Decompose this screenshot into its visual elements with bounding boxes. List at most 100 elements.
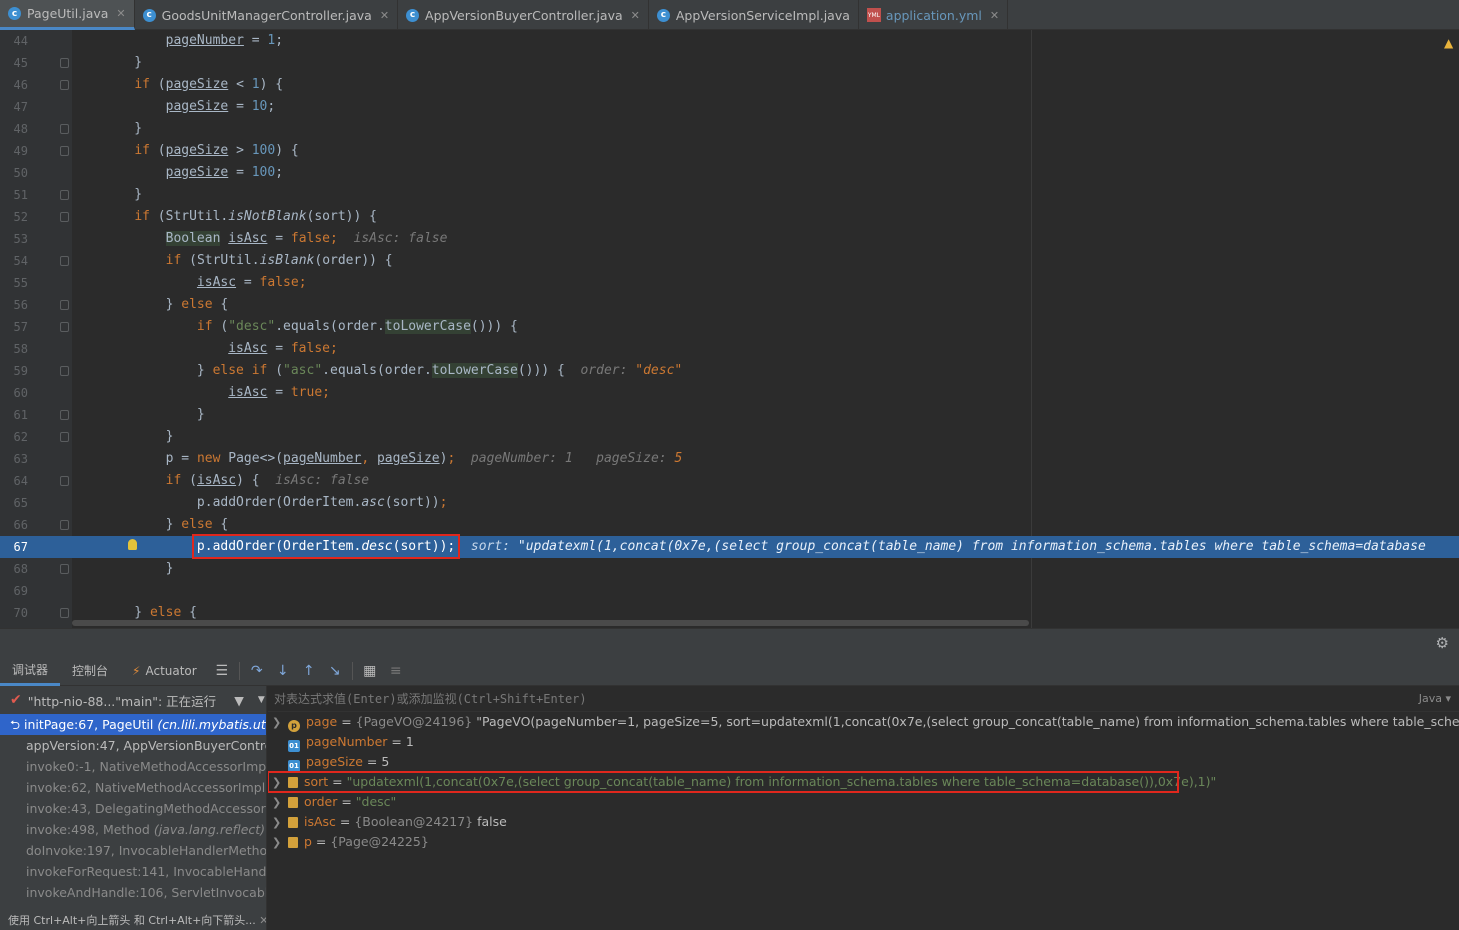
stack-frame[interactable]: ⮌ initPage:67, PageUtil (cn.lili.mybatis.… — [0, 714, 266, 735]
close-icon[interactable]: ✕ — [631, 9, 640, 22]
tab-goodsunitmanagercontroller[interactable]: c GoodsUnitManagerController.java ✕ — [135, 0, 399, 30]
fold-icon[interactable] — [60, 520, 69, 530]
line-content: if (pageSize > 100) { — [134, 143, 299, 158]
line-content: p.addOrder(OrderItem.desc(sort)); sort: … — [103, 534, 1426, 559]
fold-icon[interactable] — [60, 608, 69, 618]
line-number: 49 — [13, 144, 28, 158]
run-to-cursor-icon[interactable]: ↘ — [322, 659, 348, 683]
code-editor[interactable]: ▲ 44 pageNumber = 1; 45 } 46 if (pageSiz… — [0, 30, 1459, 628]
line-number: 63 — [13, 452, 28, 466]
step-out-icon[interactable]: ↑ — [296, 659, 322, 683]
layout-icon[interactable]: ☰ — [209, 659, 235, 683]
fold-icon[interactable] — [60, 256, 69, 266]
fold-icon[interactable] — [60, 124, 69, 134]
yaml-file-icon: YML — [866, 8, 881, 22]
frame-arrow-icon: ⮌ — [10, 717, 21, 732]
debug-toolbar: 调试器 控制台 ⚡ Actuator ☰ ↷ ↓ ↑ ↘ ▦ ≡ — [0, 656, 1459, 686]
code-line: 68 } — [0, 558, 1459, 580]
debug-panel-header: ⚙ — [0, 628, 1459, 656]
tab-pageutil[interactable]: c PageUtil.java ✕ — [0, 0, 135, 30]
inline-value-hint: isAsc: false — [275, 473, 370, 488]
close-icon[interactable]: ✕ — [116, 7, 125, 20]
stack-frame[interactable]: invoke0:-1, NativeMethodAccessorImpl (s — [0, 756, 266, 777]
line-number: 66 — [13, 518, 28, 532]
variable-row[interactable]: ❯ p = {Page@24225} — [268, 832, 1459, 852]
evaluate-expression-input[interactable]: 对表达式求值(Enter)或添加监视(Ctrl+Shift+Enter) Jav… — [268, 686, 1459, 712]
fold-icon[interactable] — [60, 476, 69, 486]
tab-actuator[interactable]: ⚡ Actuator — [120, 656, 209, 686]
line-number: 67 — [13, 540, 28, 554]
step-over-icon[interactable]: ↷ — [244, 659, 270, 683]
stack-frame[interactable]: invoke:43, DelegatingMethodAccessorImp — [0, 798, 266, 819]
frame-package: (cn.lili.mybatis.util) — [157, 717, 267, 732]
tab-appversionbuyercontroller[interactable]: c AppVersionBuyerController.java ✕ — [398, 0, 649, 30]
fold-icon[interactable] — [60, 410, 69, 420]
variable-row[interactable]: 01 pageNumber = 1 — [268, 732, 1459, 752]
fold-icon[interactable] — [60, 58, 69, 68]
horizontal-scrollbar[interactable] — [72, 620, 1029, 626]
stack-frame[interactable]: invoke:62, NativeMethodAccessorImpl (s — [0, 777, 266, 798]
chevron-right-icon[interactable]: ❯ — [272, 793, 288, 813]
tab-appversionserviceimpl[interactable]: c AppVersionServiceImpl.java — [649, 0, 859, 30]
close-icon[interactable]: ✕ — [380, 9, 389, 22]
stack-frame[interactable]: appVersion:47, AppVersionBuyerControlle — [0, 735, 266, 756]
variable-row-sort[interactable]: ❯ sort = "updatexml(1,concat(0x7e,(select… — [268, 771, 1216, 793]
evaluate-expression-icon[interactable]: ▦ — [357, 659, 383, 683]
chevron-right-icon[interactable]: ❯ — [272, 773, 288, 793]
line-content: } else { — [103, 517, 229, 532]
tab-debugger[interactable]: 调试器 — [0, 656, 61, 686]
code-line: 60 isAsc = true; — [0, 382, 1459, 404]
line-content: if (isAsc) { isAsc: false — [165, 473, 370, 488]
frames-panel: ✔ "http-nio-88..."main": 正在运行 ▼ ▼ ⮌ initP… — [0, 686, 267, 930]
stack-frame[interactable]: invokeAndHandle:106, ServletInvocableHa — [0, 882, 266, 903]
chevron-right-icon[interactable]: ❯ — [272, 713, 288, 733]
java-class-icon: c — [8, 7, 21, 20]
variable-name: order — [304, 794, 338, 809]
line-number: 54 — [13, 254, 28, 268]
local-variable-icon — [288, 837, 298, 848]
variable-row[interactable]: ❯ p page = {PageVO@24196} "PageVO(pageNumb… — [268, 712, 1459, 732]
code-line: 53 Boolean isAsc = false; isAsc: false — [0, 228, 1459, 250]
line-number: 62 — [13, 430, 28, 444]
line-content: } — [103, 187, 143, 202]
trace-stream-icon[interactable]: ≡ — [383, 659, 409, 683]
stack-frame[interactable]: invoke:498, Method (java.lang.reflect) — [0, 819, 266, 840]
line-content: if (StrUtil.isBlank(order)) { — [165, 253, 393, 268]
language-selector[interactable]: Java ▾ — [1419, 686, 1451, 712]
fold-icon[interactable] — [60, 322, 69, 332]
close-icon[interactable]: ✕ — [259, 914, 266, 927]
frame-method: doInvoke:197, InvocableHandlerMethod — [26, 843, 267, 858]
fold-icon[interactable] — [60, 190, 69, 200]
filter-icon[interactable]: ▼ — [234, 693, 244, 708]
step-into-icon[interactable]: ↓ — [270, 659, 296, 683]
variable-row[interactable]: ❯ order = "desc" — [268, 792, 1459, 812]
line-content: Boolean isAsc = false; isAsc: false — [165, 231, 448, 246]
fold-icon[interactable] — [60, 432, 69, 442]
variable-name: pageNumber — [306, 734, 388, 749]
settings-icon[interactable]: ⚙ — [1436, 634, 1449, 652]
variable-row[interactable]: 01 pageSize = 5 — [268, 752, 1459, 772]
variable-row[interactable]: ❯ isAsc = {Boolean@24217} false — [268, 812, 1459, 832]
fold-icon[interactable] — [60, 564, 69, 574]
fold-icon[interactable] — [60, 366, 69, 376]
line-number: 58 — [13, 342, 28, 356]
tab-application-yml[interactable]: YML application.yml ✕ — [859, 0, 1009, 30]
chevron-right-icon[interactable]: ❯ — [272, 813, 288, 833]
fold-icon[interactable] — [60, 212, 69, 222]
code-line: 56 } else { — [0, 294, 1459, 316]
line-number: 69 — [13, 584, 28, 598]
fold-icon[interactable] — [60, 300, 69, 310]
tab-label: Actuator — [145, 663, 197, 678]
stack-frame[interactable]: doInvoke:197, InvocableHandlerMethod ( — [0, 840, 266, 861]
fold-icon[interactable] — [60, 146, 69, 156]
stack-frame[interactable]: invokeForRequest:141, InvocableHandlerI — [0, 861, 266, 882]
fold-icon[interactable] — [60, 80, 69, 90]
close-icon[interactable]: ✕ — [990, 9, 999, 22]
chevron-right-icon[interactable]: ❯ — [272, 833, 288, 853]
frame-method: initPage:67, PageUtil — [24, 717, 154, 732]
thread-selector[interactable]: ✔ "http-nio-88..."main": 正在运行 ▼ ▼ — [0, 686, 266, 714]
chevron-down-icon[interactable]: ▼ — [258, 695, 265, 705]
tab-console[interactable]: 控制台 — [60, 656, 120, 686]
line-content: if (StrUtil.isNotBlank(sort)) { — [134, 209, 377, 224]
line-number: 44 — [13, 34, 28, 48]
